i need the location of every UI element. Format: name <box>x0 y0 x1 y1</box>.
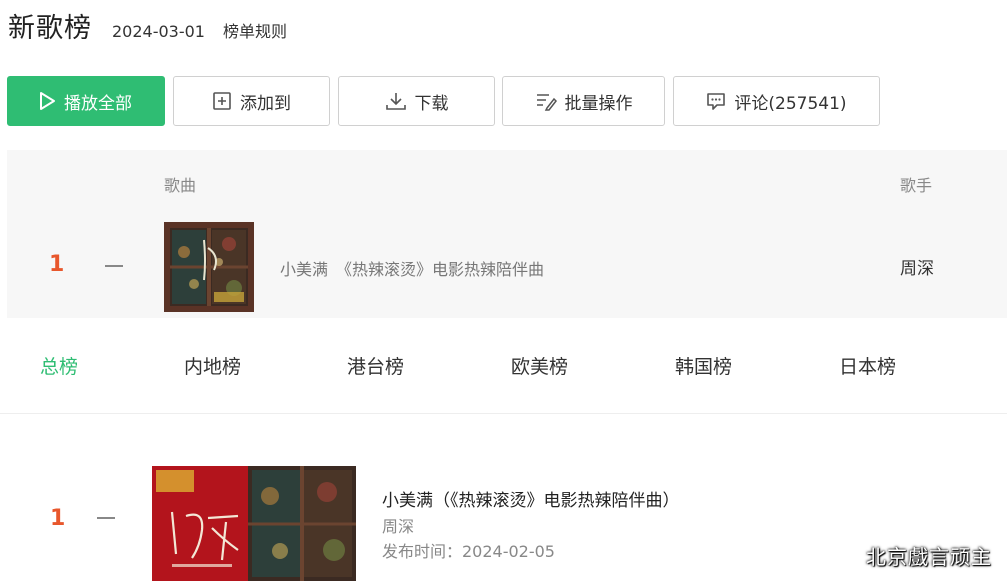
add-to-label: 添加到 <box>240 93 291 114</box>
play-all-button[interactable]: 播放全部 <box>7 76 165 126</box>
add-to-button[interactable]: 添加到 <box>173 76 330 126</box>
song-list: 歌曲 歌手 1 小美满 《热辣滚烫》电影热辣陪伴曲 周深 <box>7 150 1007 318</box>
comment-icon <box>707 93 726 110</box>
page-header: 新歌榜 2024-03-01 榜单规则 <box>8 6 287 44</box>
toolbar: 播放全部 添加到 下载 批量操作 评论(257541) <box>7 76 887 126</box>
column-header-artist: 歌手 <box>900 176 933 195</box>
rules-link[interactable]: 榜单规则 <box>223 18 287 42</box>
batch-edit-icon <box>536 94 557 111</box>
column-header-song: 歌曲 <box>164 176 197 195</box>
featured-rank-change-indicator <box>97 517 115 519</box>
comment-label: 评论(257541) <box>734 93 847 114</box>
download-button[interactable]: 下载 <box>338 76 495 126</box>
tab-korea[interactable]: 韩国榜 <box>675 352 732 379</box>
chart-tabs: 总榜 内地榜 港台榜 欧美榜 韩国榜 日本榜 <box>0 318 1007 414</box>
tab-mainland[interactable]: 内地榜 <box>184 352 241 379</box>
play-icon <box>40 92 55 110</box>
song-title[interactable]: 小美满 《热辣滚烫》电影热辣陪伴曲 <box>280 256 544 280</box>
featured-album-cover[interactable] <box>152 466 356 581</box>
batch-operation-label: 批量操作 <box>564 93 633 114</box>
comment-button[interactable]: 评论(257541) <box>673 76 880 126</box>
watermark: 北京戲言顽主 <box>866 545 992 569</box>
play-all-label: 播放全部 <box>64 93 132 114</box>
featured-rank-number: 1 <box>50 506 66 531</box>
featured-song-artist[interactable]: 周深 <box>382 513 414 537</box>
tab-hk-tw[interactable]: 港台榜 <box>347 352 404 379</box>
tab-japan[interactable]: 日本榜 <box>839 352 896 379</box>
download-icon <box>385 93 406 110</box>
featured-song-title[interactable]: 小美满（《热辣滚烫》电影热辣陪伴曲） <box>382 486 680 511</box>
chart-date: 2024-03-01 <box>112 22 205 41</box>
page-title: 新歌榜 <box>8 13 92 44</box>
album-cover[interactable] <box>164 222 254 312</box>
featured-song: 1 小美满（《热辣滚烫》电影热辣陪伴曲） 周深 发布时间：2024-02-05 <box>0 414 1007 586</box>
song-artist[interactable]: 周深 <box>900 254 934 279</box>
batch-operation-button[interactable]: 批量操作 <box>502 76 665 126</box>
tab-western[interactable]: 欧美榜 <box>511 352 568 379</box>
rank-change-indicator <box>105 265 123 267</box>
featured-release-date: 发布时间：2024-02-05 <box>382 542 555 561</box>
download-label: 下载 <box>414 93 449 114</box>
plus-square-icon <box>213 92 231 110</box>
tab-overall[interactable]: 总榜 <box>40 352 78 379</box>
rank-number: 1 <box>49 252 65 277</box>
